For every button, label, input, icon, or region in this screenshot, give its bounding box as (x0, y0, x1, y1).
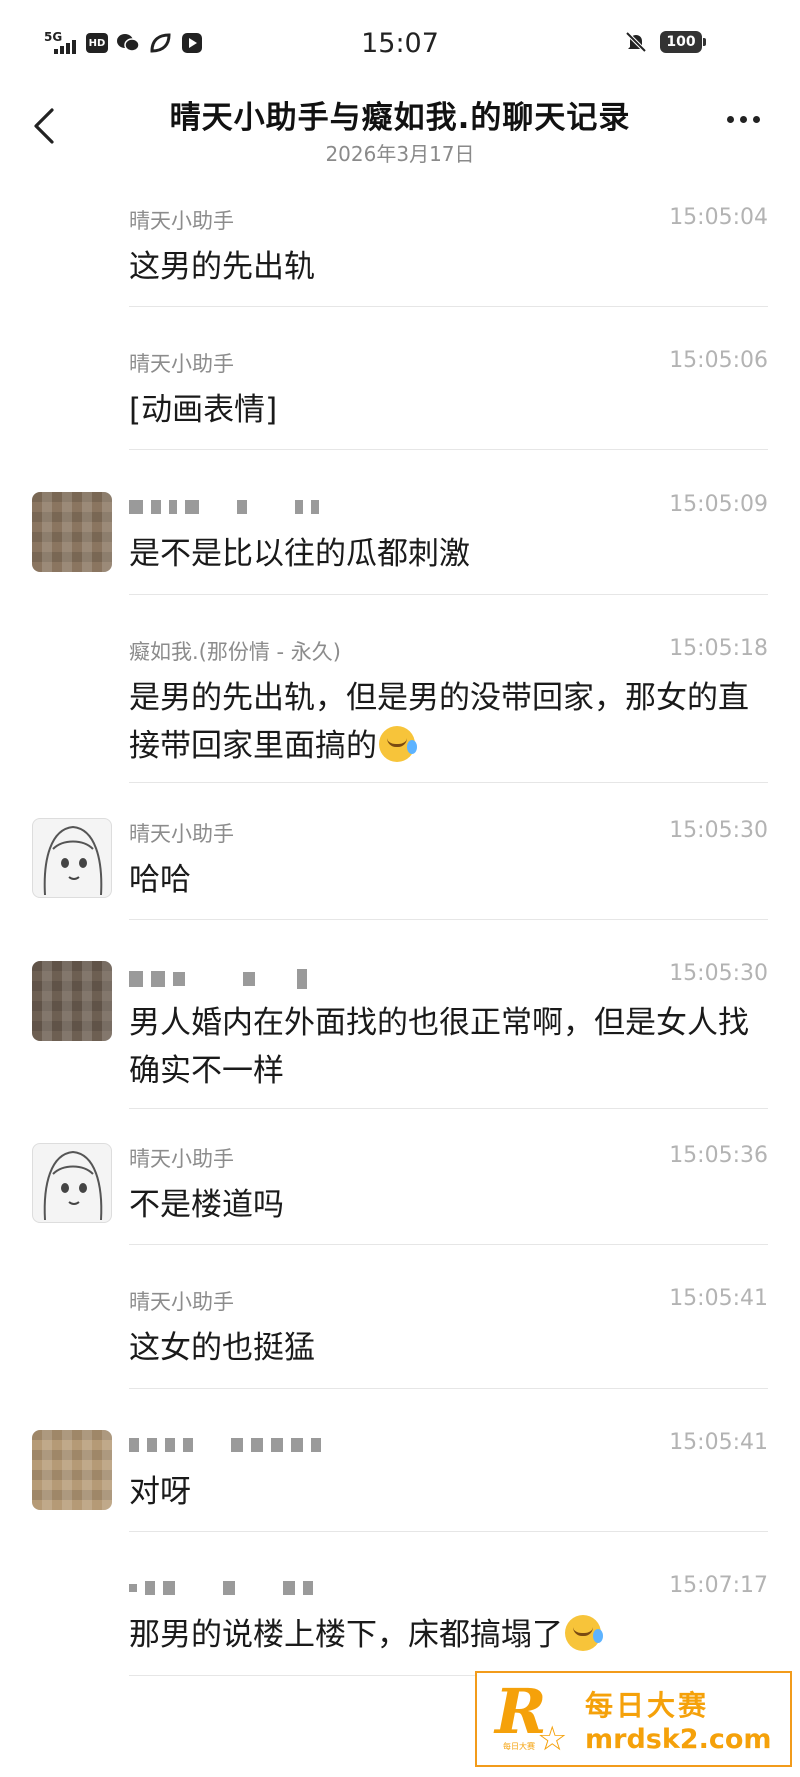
message-time: 15:05:18 (669, 636, 768, 661)
anime-girl-avatar-icon (43, 1150, 103, 1221)
status-right: 100 (624, 30, 706, 54)
mute-bell-icon (624, 30, 648, 54)
message-sender: 晴天小助手 (129, 822, 234, 846)
message-sender: 晴天小助手 (129, 1290, 234, 1314)
message-time: 15:05:09 (669, 492, 768, 517)
message-time: 15:05:30 (669, 818, 768, 843)
battery-icon: 100 (660, 31, 706, 53)
avatar[interactable] (32, 1143, 112, 1223)
status-bar: 5G HD 15:07 100 (0, 0, 800, 92)
message-sender: 晴天小助手 (129, 209, 234, 233)
message-text: 那男的说楼上楼下，床都搞塌了 (129, 1611, 749, 1659)
message-text: 这女的也挺猛 (129, 1330, 315, 1366)
message-divider (129, 1388, 768, 1389)
message-divider (129, 449, 768, 450)
message-text-content: 是男的先出轨，但是男的没带回家，那女的直接带回家里面搞的 (129, 680, 749, 764)
avatar[interactable] (32, 492, 112, 572)
message-text: 是不是比以往的瓜都刺激 (129, 536, 470, 572)
message-text: 哈哈 (129, 862, 191, 898)
message-divider (129, 782, 768, 783)
message-time: 15:05:36 (669, 1143, 768, 1168)
watermark-name: 每日大赛 (585, 1688, 710, 1722)
chat-date: 2026年3月17日 (325, 142, 475, 166)
avatar[interactable] (32, 818, 112, 898)
star-icon: ☆ (537, 1719, 568, 1759)
page-title: 晴天小助手与癡如我.的聊天记录 (169, 100, 631, 136)
more-options-button[interactable] (727, 116, 760, 123)
message-time: 15:05:41 (669, 1430, 768, 1455)
message-time: 15:05:30 (669, 961, 768, 986)
message-divider (129, 594, 768, 595)
message-text: 对呀 (129, 1474, 191, 1510)
censored-sender-name (129, 969, 307, 989)
censored-sender-name (129, 1581, 313, 1595)
message-text: 这男的先出轨 (129, 249, 315, 285)
message-text-content: 那男的说楼上楼下，床都搞塌了 (129, 1617, 563, 1653)
message-text: [动画表情] (129, 392, 278, 428)
message-text: 男人婚内在外面找的也很正常啊，但是女人找确实不一样 (129, 1005, 749, 1089)
logo-small-text: 每日大赛 (503, 1742, 535, 1751)
watermark: R ☆ 每日大赛 每日大赛 mrdsk2.com (475, 1671, 792, 1767)
avatar[interactable] (32, 1430, 112, 1510)
message-divider (129, 1108, 768, 1109)
message-time: 15:05:06 (669, 348, 768, 373)
watermark-text: 每日大赛 mrdsk2.com (585, 1684, 772, 1755)
message-divider (129, 306, 768, 307)
message-sender: 癡如我.(那份情 - 永久) (129, 640, 341, 664)
message-sender: 晴天小助手 (129, 1147, 234, 1171)
message-sender: 晴天小助手 (129, 352, 234, 376)
message-text: 是男的先出轨，但是男的没带回家，那女的直接带回家里面搞的 (129, 674, 749, 770)
watermark-logo: R ☆ 每日大赛 (491, 1675, 579, 1759)
chat-history-header: 晴天小助手与癡如我.的聊天记录 2026年3月17日 (0, 92, 800, 172)
message-time: 15:05:04 (669, 205, 768, 230)
censored-sender-name (129, 1438, 321, 1452)
message-divider (129, 1244, 768, 1245)
anime-girl-avatar-icon (43, 825, 103, 896)
laughing-crying-emoji-icon (565, 1615, 603, 1651)
laughing-crying-emoji-icon (379, 726, 417, 762)
watermark-url: mrdsk2.com (585, 1723, 772, 1755)
message-divider (129, 1531, 768, 1532)
message-time: 15:05:41 (669, 1286, 768, 1311)
message-time: 15:07:17 (669, 1573, 768, 1598)
message-divider (129, 919, 768, 920)
censored-sender-name (129, 500, 319, 514)
avatar[interactable] (32, 961, 112, 1041)
message-text: 不是楼道吗 (129, 1187, 284, 1223)
